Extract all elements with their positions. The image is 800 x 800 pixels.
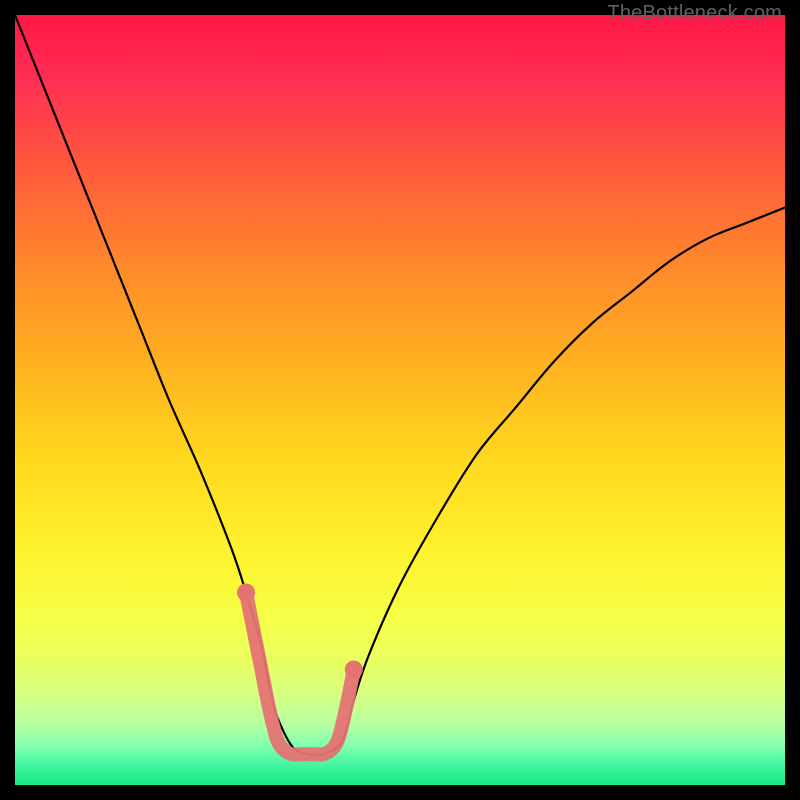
chart-plot-area: [15, 15, 785, 785]
optimal-band: [246, 593, 354, 755]
chart-svg: [15, 15, 785, 785]
watermark-label: TheBottleneck.com: [607, 2, 782, 25]
chart-frame: TheBottleneck.com: [0, 0, 800, 800]
optimal-band-endpoint: [345, 661, 363, 679]
optimal-band-endpoint: [237, 584, 255, 602]
bottleneck-curve: [15, 15, 785, 755]
